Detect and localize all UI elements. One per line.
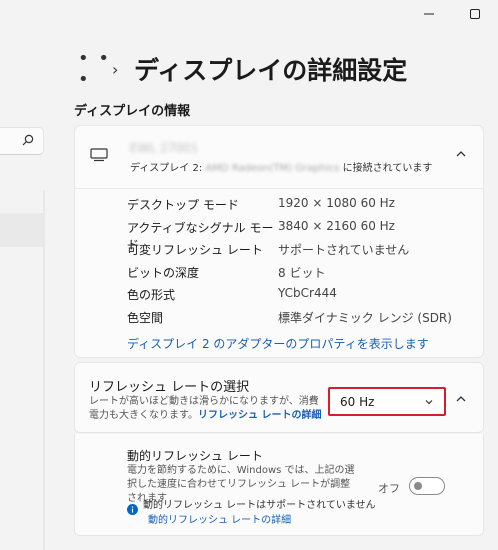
- property-value: YCbCr444: [278, 286, 337, 300]
- dynamic-refresh-card: 動的リフレッシュ レート 電力を節約するために、Windows では、上記の選択…: [74, 434, 484, 536]
- sidebar-scrollbar[interactable]: [43, 190, 45, 550]
- section-label: ディスプレイの情報: [74, 104, 191, 119]
- dynamic-refresh-toggle[interactable]: [409, 477, 445, 495]
- refresh-rate-details-link[interactable]: リフレッシュ レートの詳細: [198, 410, 321, 421]
- monitor-name: EWL 27001: [130, 141, 199, 155]
- refresh-rate-title: リフレッシュ レートの選択: [89, 380, 250, 395]
- toggle-state-label: オフ: [378, 482, 400, 495]
- property-value: サポートされていません: [278, 243, 410, 257]
- property-key: アクティブなシグナル モード: [127, 220, 274, 252]
- adapter-properties-link[interactable]: ディスプレイ 2 のアダプターのプロパティを表示します: [127, 335, 429, 352]
- property-key: 色の形式: [127, 288, 176, 302]
- window-controls: [406, 0, 498, 28]
- search-input[interactable]: [0, 127, 44, 155]
- property-key: デスクトップ モード: [127, 198, 239, 212]
- connection-suffix: に接続されています: [339, 163, 433, 174]
- page-title: ディスプレイの詳細設定: [134, 56, 408, 85]
- connection-prefix: ディスプレイ 2:: [130, 163, 206, 174]
- property-row: 色空間 標準ダイナミック レンジ (SDR): [127, 309, 452, 332]
- refresh-rate-description: レートが高いほど動きは滑らかになりますが、消費電力も大きくなります。リフレッシュ…: [89, 395, 327, 423]
- property-key: 色空間: [127, 310, 164, 325]
- property-row: アクティブなシグナル モード 3840 × 2160 60 Hz: [127, 218, 452, 252]
- monitor-connection: ディスプレイ 2: AMD Radeon(TM) Graphics に接続されて…: [130, 159, 432, 174]
- property-value: 1920 × 1080 60 Hz: [278, 196, 395, 210]
- more-options-button[interactable]: • • •: [78, 48, 112, 90]
- refresh-rate-card: リフレッシュ レートの選択 レートが高いほど動きは滑らかになりますが、消費電力も…: [74, 362, 484, 433]
- property-row: デスクトップ モード 1920 × 1080 60 Hz: [127, 196, 452, 219]
- search-icon: [22, 134, 34, 146]
- property-value: 標準ダイナミック レンジ (SDR): [278, 310, 452, 325]
- property-key: ビットの深度: [127, 265, 200, 280]
- chevron-down-icon: [425, 400, 433, 405]
- dynamic-refresh-title: 動的リフレッシュ レート: [127, 449, 263, 463]
- maximize-button[interactable]: [452, 0, 498, 28]
- display-info-card: EWL 27001 ディスプレイ 2: AMD Radeon(TM) Graph…: [74, 125, 484, 358]
- refresh-rate-selected: 60 Hz: [340, 395, 375, 409]
- property-value: 3840 × 2160 60 Hz: [278, 218, 395, 233]
- property-row: 可変リフレッシュ レート サポートされていません: [127, 241, 452, 264]
- property-row: 色の形式 YCbCr444: [127, 286, 452, 309]
- chevron-up-icon[interactable]: [455, 393, 467, 405]
- sidebar-item-selected[interactable]: [0, 213, 43, 247]
- breadcrumb-separator-icon: ›: [112, 59, 119, 79]
- maximize-icon: [470, 9, 480, 19]
- minimize-icon: [424, 13, 434, 15]
- display-info-header[interactable]: EWL 27001 ディスプレイ 2: AMD Radeon(TM) Graph…: [75, 126, 483, 189]
- chevron-up-icon[interactable]: [455, 148, 467, 160]
- breadcrumb: • • • › ディスプレイの詳細設定: [78, 48, 407, 90]
- dynamic-refresh-info: 動的リフレッシュ レートはサポートされていません: [143, 500, 376, 511]
- monitor-icon: [90, 148, 108, 162]
- property-value: 8 ビット: [278, 265, 326, 280]
- property-row: ビットの深度 8 ビット: [127, 264, 452, 287]
- refresh-rate-dropdown[interactable]: 60 Hz: [328, 387, 446, 416]
- adapter-name: AMD Radeon(TM) Graphics: [205, 163, 340, 174]
- property-key: 可変リフレッシュ レート: [127, 243, 263, 257]
- minimize-button[interactable]: [406, 0, 452, 28]
- dynamic-refresh-details-link[interactable]: 動的リフレッシュ レートの詳細: [148, 511, 291, 526]
- display-properties: デスクトップ モード 1920 × 1080 60 Hz アクティブなシグナル モ…: [127, 196, 452, 331]
- info-icon: [127, 504, 138, 515]
- toggle-knob: [414, 482, 422, 490]
